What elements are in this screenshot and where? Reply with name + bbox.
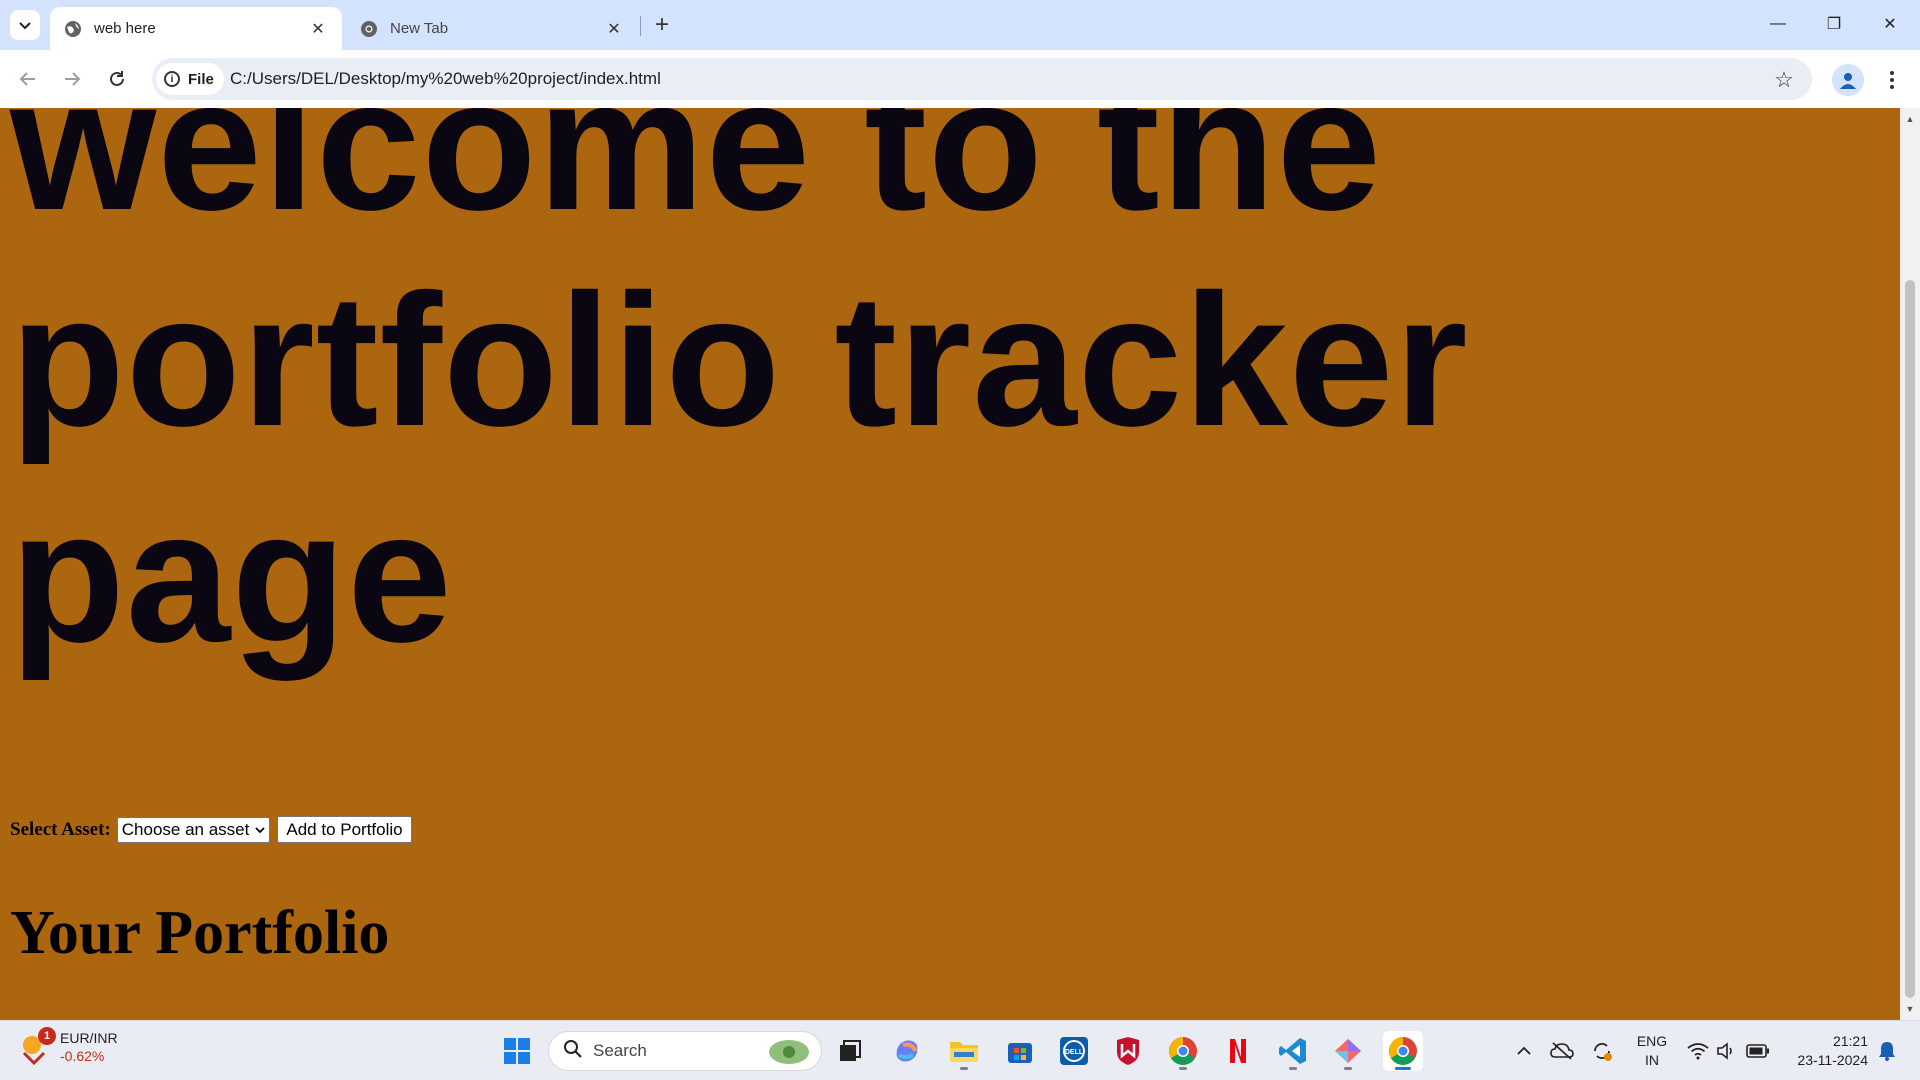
chrome-icon	[360, 20, 378, 38]
microsoft-store-icon[interactable]	[1000, 1031, 1040, 1071]
forward-arrow-icon	[65, 72, 81, 86]
mcafee-icon[interactable]	[1108, 1031, 1148, 1071]
page-title: welcome to the portfolio tracker page	[10, 108, 1469, 681]
notification-badge: 1	[38, 1027, 56, 1045]
battery-icon[interactable]	[1744, 1021, 1772, 1080]
wifi-icon[interactable]	[1684, 1021, 1712, 1080]
info-icon: i	[164, 71, 180, 87]
page-scrollbar[interactable]: ▲ ▼	[1900, 108, 1920, 1020]
portfolio-heading: Your Portfolio	[10, 899, 390, 967]
new-tab-button[interactable]: +	[650, 10, 674, 40]
chrome-icon[interactable]	[1163, 1031, 1203, 1071]
tab-title: web here	[94, 20, 156, 37]
input-language-indicator[interactable]: ENG IN	[1632, 1032, 1672, 1070]
notification-bell-icon[interactable]	[1874, 1021, 1900, 1080]
add-to-portfolio-button[interactable]: Add to Portfolio	[277, 816, 412, 843]
currency-pair: EUR/INR	[60, 1030, 118, 1046]
search-highlight-icon	[769, 1040, 809, 1064]
dell-icon[interactable]: DELL	[1054, 1031, 1094, 1071]
close-tab-icon[interactable]: ✕	[308, 19, 328, 39]
scroll-thumb[interactable]	[1905, 280, 1915, 998]
file-explorer-icon[interactable]	[944, 1031, 984, 1071]
tab-search-button[interactable]	[10, 10, 40, 40]
person-icon	[1840, 73, 1856, 89]
scroll-up-arrow-icon[interactable]: ▲	[1900, 112, 1920, 126]
sync-icon[interactable]	[1588, 1021, 1616, 1080]
volume-icon[interactable]	[1714, 1021, 1738, 1080]
search-icon	[563, 1039, 583, 1064]
onedrive-offline-icon[interactable]	[1548, 1021, 1576, 1080]
chrome-active-icon[interactable]	[1383, 1031, 1423, 1071]
task-view-icon[interactable]	[830, 1031, 870, 1071]
windows-logo-icon	[504, 1038, 530, 1064]
start-button[interactable]	[497, 1031, 537, 1071]
taskbar-search-box[interactable]: Search	[548, 1031, 822, 1071]
back-button[interactable]	[12, 63, 44, 95]
reload-icon	[110, 71, 124, 86]
address-bar[interactable]: i File C:/Users/DEL/Desktop/my%20web%20p…	[152, 58, 1812, 100]
netflix-icon[interactable]	[1218, 1031, 1258, 1071]
site-chip-label: File	[188, 70, 214, 88]
region-code: IN	[1645, 1052, 1659, 1068]
taskbar: 1 EUR/INR -0.62% Search DELL ENG IN 21:2…	[0, 1020, 1920, 1080]
globe-icon	[64, 20, 82, 38]
bookmark-star-icon[interactable]: ☆	[1770, 66, 1798, 94]
tab-web-here[interactable]: web here ✕	[50, 7, 342, 50]
tab-strip: web here ✕ New Tab ✕ + — ❐ ✕	[0, 0, 1920, 50]
system-clock[interactable]: 21:21 23-11-2024	[1782, 1032, 1868, 1070]
select-asset-label: Select Asset:	[10, 818, 111, 840]
clock-date: 23-11-2024	[1797, 1052, 1868, 1068]
clock-time: 21:21	[1832, 1033, 1868, 1049]
tab-title: New Tab	[390, 20, 449, 37]
currency-change: -0.62%	[60, 1048, 105, 1064]
tab-new-tab[interactable]: New Tab ✕	[346, 7, 638, 50]
minimize-button[interactable]: —	[1750, 0, 1806, 48]
scroll-down-arrow-icon[interactable]: ▼	[1900, 1002, 1920, 1016]
page-viewport: welcome to the portfolio tracker page Se…	[0, 108, 1900, 1020]
running-indicator	[1289, 1067, 1297, 1070]
show-hidden-icons-chevron-icon[interactable]	[1512, 1021, 1536, 1080]
restore-button[interactable]: ❐	[1806, 0, 1862, 48]
git-tool-icon[interactable]	[1328, 1031, 1368, 1071]
url-text[interactable]: C:/Users/DEL/Desktop/my%20web%20project/…	[230, 69, 661, 89]
running-indicator	[1395, 1067, 1411, 1070]
market-widget[interactable]: 1 EUR/INR -0.62%	[18, 1027, 118, 1066]
reload-button[interactable]	[101, 63, 133, 95]
asset-select[interactable]: Choose an asset	[116, 816, 271, 843]
browser-menu-button[interactable]	[1882, 64, 1902, 96]
chevron-down-icon	[255, 823, 266, 837]
forward-button[interactable]	[56, 63, 88, 95]
running-indicator	[960, 1067, 968, 1070]
currency-widget-icon: 1	[18, 1027, 56, 1066]
language-code: ENG	[1636, 1033, 1668, 1049]
profile-button[interactable]	[1832, 64, 1864, 96]
chevron-down-icon	[19, 22, 31, 30]
copilot-icon[interactable]	[887, 1031, 927, 1071]
asset-select-value: Choose an asset	[121, 819, 250, 839]
vscode-icon[interactable]	[1273, 1031, 1313, 1071]
svg-text:DELL: DELL	[1065, 1049, 1084, 1056]
running-indicator	[1179, 1067, 1187, 1070]
close-window-button[interactable]: ✕	[1862, 0, 1918, 48]
close-tab-icon[interactable]: ✕	[604, 19, 624, 39]
site-info-chip[interactable]: i File	[156, 63, 224, 95]
asset-form: Select Asset: Choose an asset Add to Por…	[10, 816, 412, 843]
search-placeholder: Search	[593, 1041, 647, 1060]
back-arrow-icon	[19, 72, 35, 86]
tab-separator	[640, 16, 641, 36]
running-indicator	[1344, 1067, 1352, 1070]
